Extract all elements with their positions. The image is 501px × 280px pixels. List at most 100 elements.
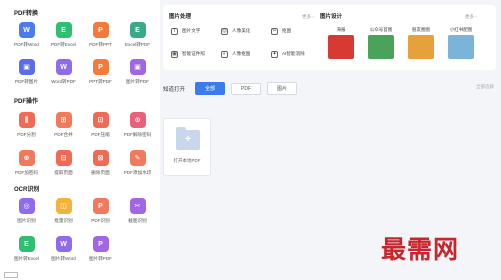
image-tool-1[interactable]: ◎ 人像美化 — [221, 25, 265, 37]
tool-label: Excel转PDF — [124, 42, 150, 47]
tool-glyph: P — [98, 240, 103, 248]
tool-glyph: ⊡ — [97, 116, 104, 124]
tool-tools_row2-3[interactable]: ▣ 图片转PDF — [119, 59, 156, 94]
image-tools-more-link[interactable]: 更多 › — [302, 14, 314, 20]
tool-glyph: ▣ — [23, 63, 30, 71]
tool-tools_ocr-1[interactable]: ◫ 批量识别 — [45, 198, 82, 233]
tool-tools_ocr-6[interactable]: P 图片转PDF — [82, 236, 119, 271]
tool-tools_row2-0[interactable]: ▣ PDF转图片 — [8, 59, 45, 94]
tool-tools_ops-1[interactable]: ⊞ PDF合并 — [45, 112, 82, 147]
tool-tools_ops-3[interactable]: ⊙ PDF解除密码 — [119, 112, 156, 147]
tool-tools_ops-5[interactable]: ⊟ 提取页面 — [45, 150, 82, 185]
tool-tools_ocr-2[interactable]: P PDF识别 — [82, 198, 119, 233]
tools_ocr-2-icon: P — [92, 198, 109, 214]
tools_ops-3-icon: ⊙ — [129, 112, 146, 128]
tool-tools_row1-2[interactable]: P PDF转PPT — [82, 22, 119, 57]
image-tool-5-icon: ✦ — [271, 50, 278, 58]
tool-tools_ocr-3[interactable]: ✂ 截图识别 — [119, 198, 156, 233]
tool-tools_ocr-4[interactable]: E 图片转Excel — [8, 236, 45, 271]
tab-image[interactable]: 图片 — [267, 82, 298, 95]
tool-glyph: ◎ — [23, 202, 30, 210]
tool-tools_row1-0[interactable]: W PDF转Word — [8, 22, 45, 57]
image-tool-label: 抠图 — [282, 28, 292, 33]
tab-all[interactable]: 全部 — [195, 82, 226, 95]
design-template-2[interactable]: 朋友圈图 — [403, 27, 439, 64]
tool-tools_row1-3[interactable]: E Excel转PDF — [119, 22, 156, 57]
tool-tools_row2-1[interactable]: W Word转PDF — [45, 59, 82, 94]
image-tool-2-icon: ✂ — [271, 27, 278, 35]
tool-tools_row1-1[interactable]: E PDF转Excel — [45, 22, 82, 57]
tool-label: PDF合并 — [54, 132, 73, 137]
image-tool-label: 人像抠图 — [232, 51, 251, 56]
design-title: 图片设计 — [320, 14, 343, 20]
tools_ops-0-icon: ⫼ — [18, 112, 35, 128]
tool-tools_ops-7[interactable]: ✎ PDF添加水印 — [119, 150, 156, 185]
tool-tools_ops-0[interactable]: ⫼ PDF分割 — [8, 112, 45, 147]
design-more-link[interactable]: 更多 › — [465, 14, 477, 20]
file-area-title: 知道打开 — [163, 86, 186, 93]
tool-label: 截图识别 — [128, 218, 147, 223]
tool-glyph: ⊠ — [97, 154, 104, 162]
tools_row1-2-icon: P — [92, 22, 109, 38]
image-tool-5[interactable]: ✦ AI智能消除 — [271, 48, 315, 60]
tools_ops-4-icon: ⊕ — [18, 150, 35, 166]
image-tool-1-icon: ◎ — [221, 27, 228, 35]
design-template-thumbnail — [368, 35, 394, 59]
design-template-3[interactable]: 小红书配图 — [443, 27, 479, 64]
image-tool-2[interactable]: ✂ 抠图 — [271, 25, 315, 37]
tool-glyph: ⫼ — [24, 116, 29, 124]
tool-tools_ops-6[interactable]: ⊠ 删除页面 — [82, 150, 119, 185]
tools_row1-0-icon: W — [18, 22, 35, 38]
design-template-1[interactable]: 公众号首图 — [363, 27, 399, 64]
design-template-thumbnail — [448, 35, 474, 59]
section-title-pdf-ops: PDF操作 — [14, 99, 39, 105]
tool-glyph: ✂ — [134, 202, 141, 210]
tools_ocr-0-icon: ◎ — [18, 198, 35, 214]
tool-tools_ops-2[interactable]: ⊡ PDF压缩 — [82, 112, 119, 147]
tools_ocr-4-icon: E — [18, 236, 35, 252]
tools_row1-1-icon: E — [55, 22, 72, 38]
tool-tools_ocr-0[interactable]: ◎ 图片识别 — [8, 198, 45, 233]
tool-label: 图片转Word — [51, 256, 76, 261]
select-all-checkbox[interactable]: 全部选择 — [476, 84, 494, 90]
tool-tools_ocr-5[interactable]: W 图片转Word — [45, 236, 82, 271]
design-template-label: 朋友圈图 — [412, 27, 430, 32]
tools_ops-7-icon: ✎ — [129, 150, 146, 166]
tool-glyph: ⊙ — [134, 116, 141, 124]
image-tool-3[interactable]: ▣ 智能证件照 — [171, 48, 215, 60]
folder-icon: + — [176, 127, 200, 150]
tool-glyph: E — [61, 26, 66, 34]
tool-glyph: ◫ — [60, 202, 67, 210]
design-template-label: 公众号首图 — [369, 27, 393, 32]
design-template-label: 小红书配图 — [449, 27, 473, 32]
feature-panel: 图片处理 更多 › T 图片文字 ◎ 人像美化 ✂ 抠图 ▣ 智能证件照 ◐ 人像抠图 ✦ AI智能消… — [163, 5, 496, 70]
pdf-convert-grid-2: ▣ PDF转图片 W Word转PDF P PPT转PDF ▣ 图片转PDF — [8, 59, 156, 94]
tool-tools_row2-2[interactable]: P PPT转PDF — [82, 59, 119, 94]
tool-glyph: W — [60, 240, 67, 248]
tool-label: PDF转PPT — [89, 42, 112, 47]
pdf-ops-grid: ⫼ PDF分割 ⊞ PDF合并 ⊡ PDF压缩 ⊙ PDF解除密码 ⊕ PDF加密码 ⊟ 提取页面 ⊠ 删… — [8, 112, 156, 185]
tool-label: PDF转Word — [14, 42, 39, 47]
tab-pdf[interactable]: PDF — [231, 82, 262, 95]
tools_ops-6-icon: ⊠ — [92, 150, 109, 166]
open-local-pdf-card[interactable]: + 打开本地PDF — [163, 118, 211, 176]
tool-label: 删除页面 — [91, 170, 110, 175]
section-title-pdf-convert: PDF转换 — [14, 11, 39, 17]
tool-label: PDF分割 — [17, 132, 36, 137]
open-local-pdf-label: 打开本地PDF — [173, 158, 201, 163]
design-template-0[interactable]: 海报 — [323, 27, 359, 64]
tools_row2-3-icon: ▣ — [129, 59, 146, 75]
pdf-convert-grid: W PDF转Word E PDF转Excel P PDF转PPT E Excel转PDF — [8, 22, 156, 57]
image-tool-0[interactable]: T 图片文字 — [171, 25, 215, 37]
design-template-thumbnail — [328, 35, 354, 59]
image-tool-3-icon: ▣ — [171, 50, 178, 58]
image-tool-4[interactable]: ◐ 人像抠图 — [221, 48, 265, 60]
tool-tools_ops-4[interactable]: ⊕ PDF加密码 — [8, 150, 45, 185]
tool-label: Word转PDF — [51, 79, 76, 84]
tool-label: 批量识别 — [54, 218, 73, 223]
tools_row1-3-icon: E — [129, 22, 146, 38]
image-tool-label: 人像美化 — [232, 28, 251, 33]
tool-glyph: W — [60, 63, 67, 71]
watermark-logo: 最需网 — [381, 235, 460, 264]
tool-label: 图片识别 — [17, 218, 36, 223]
